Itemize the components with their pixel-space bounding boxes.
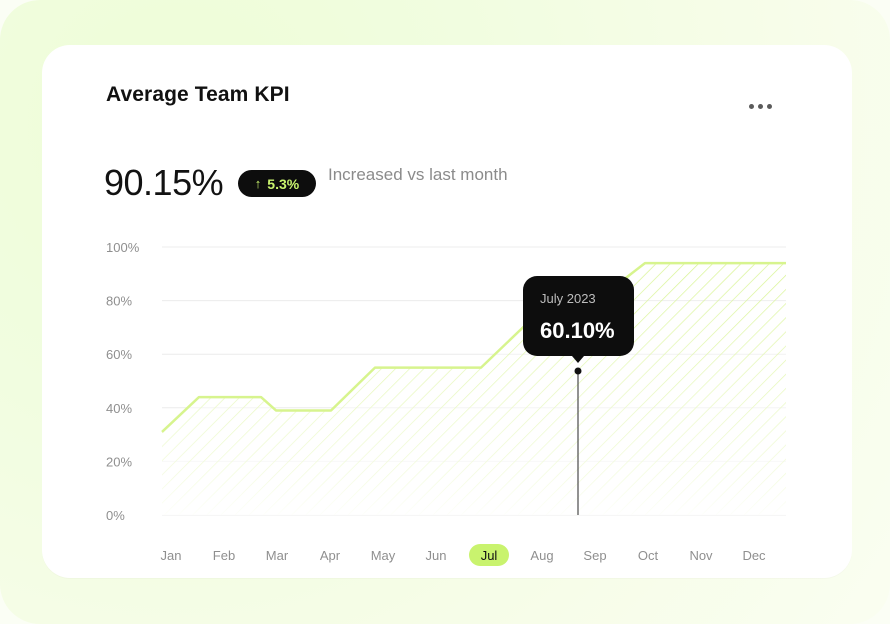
y-tick-label: 0% (106, 508, 125, 523)
x-tick-label[interactable]: Oct (638, 548, 659, 563)
tooltip-box (523, 276, 634, 356)
x-tick-label[interactable]: Dec (742, 548, 766, 563)
chart-x-axis: Jan Feb Mar Apr May Jun Jul Aug Sep Oct Nov Dec (161, 544, 766, 566)
tooltip-label: July 2023 (540, 291, 596, 306)
x-tick-label[interactable]: Jan (161, 548, 182, 563)
x-tick-label[interactable]: Jun (426, 548, 447, 563)
y-tick-label: 60% (106, 347, 132, 362)
tooltip-marker[interactable] (574, 367, 582, 375)
x-tick-label[interactable]: Jul (481, 548, 498, 563)
x-tick-label[interactable]: Nov (689, 548, 713, 563)
kpi-area-chart: 100% 80% 60% 40% 20% 0% Jan Feb Mar Apr May Jun Jul… (106, 240, 786, 566)
x-tick-label[interactable]: Sep (583, 548, 606, 563)
y-tick-label: 100% (106, 240, 140, 255)
x-tick-label[interactable]: Apr (320, 548, 341, 563)
chart-y-axis: 100% 80% 60% 40% 20% 0% (106, 240, 140, 523)
x-tick-label[interactable]: Aug (530, 548, 553, 563)
x-tick-label[interactable]: Feb (213, 548, 235, 563)
x-tick-label[interactable]: May (371, 548, 396, 563)
x-tick-label[interactable]: Mar (266, 548, 289, 563)
y-tick-label: 40% (106, 401, 132, 416)
tooltip-value: 60.10% (540, 318, 615, 343)
y-tick-label: 20% (106, 454, 132, 469)
y-tick-label: 80% (106, 294, 132, 309)
